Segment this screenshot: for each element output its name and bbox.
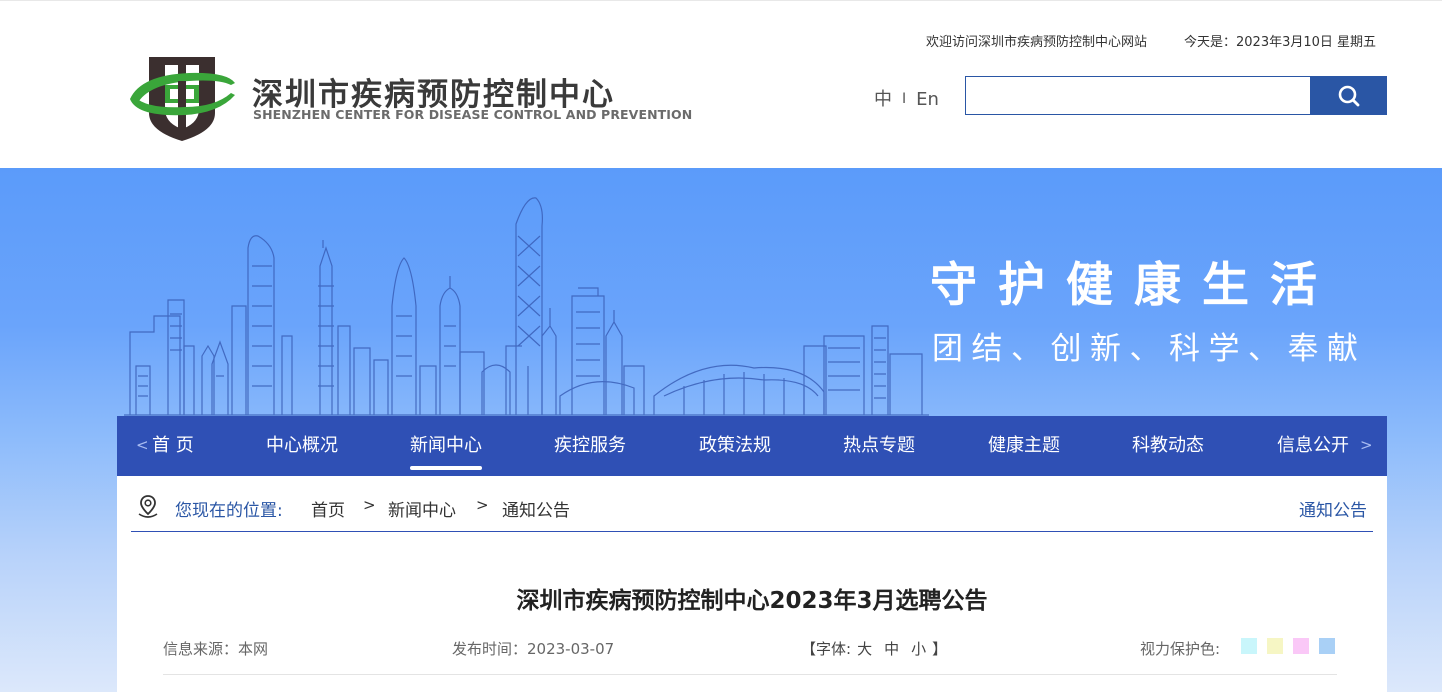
lang-english-link[interactable]: En: [916, 89, 939, 110]
font-size-medium[interactable]: 中: [884, 640, 899, 658]
nav-item-policies[interactable]: 政策法规: [699, 416, 771, 476]
cdc-emblem-icon: [130, 57, 235, 141]
breadcrumb-home[interactable]: 首页: [311, 496, 345, 521]
language-switcher: 中 I En: [874, 85, 939, 111]
nav-item-health-themes[interactable]: 健康主题: [988, 416, 1060, 476]
welcome-text: 欢迎访问深圳市疾病预防控制中心网站: [926, 35, 1148, 50]
meta-divider: [163, 674, 1337, 675]
nav-item-science-education[interactable]: 科教动态: [1132, 416, 1204, 476]
search-input[interactable]: [965, 76, 1311, 115]
breadcrumb-separator: >: [363, 496, 376, 514]
breadcrumb-separator: >: [476, 496, 489, 514]
breadcrumb: 您现在的位置: 首页 > 新闻中心 > 通知公告 通知公告: [131, 476, 1373, 532]
nav-item-news-center[interactable]: 新闻中心: [410, 416, 482, 476]
logo-english-name: SHENZHEN CENTER FOR DISEASE CONTROL AND …: [253, 107, 693, 122]
location-pin-icon: [138, 495, 158, 518]
nav-prev-arrow-icon[interactable]: <: [136, 436, 149, 454]
date-text: 今天是：2023年3月10日 星期五: [1184, 35, 1377, 50]
section-title-link[interactable]: 通知公告: [1299, 496, 1367, 521]
main-nav: < 首 页 中心概况 新闻中心 疾控服务 政策法规 热点专题 健康主题 科教动态…: [117, 416, 1387, 476]
font-size-controls: 【字体: 大中小】: [801, 638, 947, 659]
nav-item-hot-topics[interactable]: 热点专题: [843, 416, 915, 476]
nav-item-info-disclosure[interactable]: 信息公开: [1277, 416, 1349, 476]
lang-separator: I: [902, 91, 907, 107]
breadcrumb-label: 您现在的位置:: [175, 501, 283, 521]
breadcrumb-notices[interactable]: 通知公告: [502, 496, 570, 521]
article-publish-date: 发布时间：2023-03-07: [452, 640, 615, 658]
eye-care-label: 视力保护色:: [1140, 640, 1221, 658]
nav-item-home[interactable]: 首 页: [152, 416, 194, 476]
font-size-large[interactable]: 大: [857, 640, 872, 658]
font-size-small[interactable]: 小: [911, 640, 926, 658]
lang-chinese-link[interactable]: 中: [874, 85, 892, 111]
content-panel: 您现在的位置: 首页 > 新闻中心 > 通知公告 通知公告 深圳市疾病预防控制中…: [117, 476, 1387, 692]
article-title: 深圳市疾病预防控制中心2023年3月选聘公告: [516, 588, 988, 614]
eye-care-swatch-yellow[interactable]: [1267, 638, 1283, 654]
nav-item-center-overview[interactable]: 中心概况: [266, 416, 338, 476]
article-source: 信息来源：本网: [163, 640, 269, 658]
eye-care-swatch-blue[interactable]: [1319, 638, 1335, 654]
search-button[interactable]: [1310, 76, 1387, 115]
banner-slogan-sub: 团结、创新、科学、奉献: [932, 331, 1367, 367]
site-header: 深圳市疾病预防控制中心 SHENZHEN CENTER FOR DISEASE …: [0, 0, 1442, 168]
search-icon: [1338, 85, 1359, 106]
eye-care-swatch-cyan[interactable]: [1241, 638, 1257, 654]
city-skyline-illustration: [124, 197, 929, 416]
font-size-label: 【字体:: [801, 640, 852, 658]
nav-next-arrow-icon[interactable]: >: [1360, 436, 1373, 454]
breadcrumb-news-center[interactable]: 新闻中心: [388, 496, 456, 521]
banner-slogan-main: 守护健康生活: [930, 258, 1338, 313]
site-logo[interactable]: 深圳市疾病预防控制中心 SHENZHEN CENTER FOR DISEASE …: [127, 51, 692, 143]
nav-item-cdc-services[interactable]: 疾控服务: [554, 416, 626, 476]
font-size-label-close: 】: [932, 640, 948, 658]
eye-care-swatch-pink[interactable]: [1293, 638, 1309, 654]
